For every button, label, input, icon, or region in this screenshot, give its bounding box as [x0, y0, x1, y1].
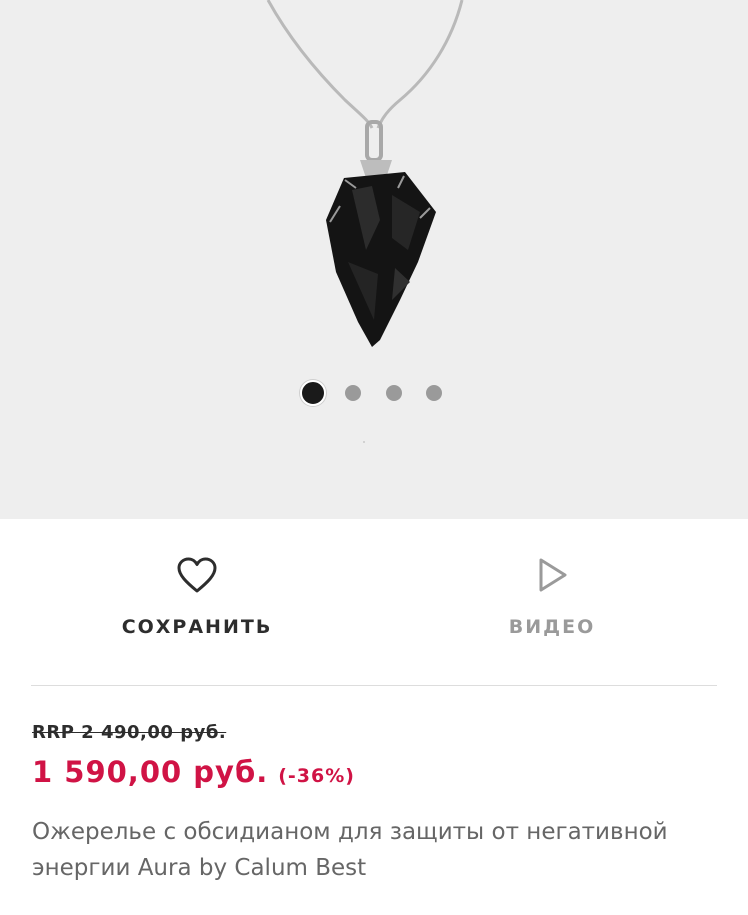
play-icon — [539, 558, 567, 592]
gallery-dot-4[interactable] — [426, 385, 442, 401]
heart-icon — [177, 557, 217, 593]
divider — [31, 685, 717, 686]
price-line: 1 590,00 руб. (-36%) — [32, 755, 355, 789]
save-label: СОХРАНИТЬ — [121, 616, 273, 638]
rrp-price: RRP 2 490,00 руб. — [32, 722, 227, 743]
product-title: Ожерелье с обсидианом для защиты от нега… — [32, 819, 668, 881]
gallery-pagination — [0, 380, 748, 406]
save-button[interactable]: СОХРАНИТЬ — [97, 556, 297, 638]
discount-badge: (-36%) — [278, 765, 355, 787]
gallery-dot-2[interactable] — [345, 385, 361, 401]
video-label: ВИДЕО — [508, 616, 596, 638]
gallery-dot-1[interactable] — [300, 380, 326, 406]
video-button[interactable]: ВИДЕО — [452, 556, 652, 638]
current-price: 1 590,00 руб. — [32, 755, 269, 789]
product-image — [266, 0, 464, 443]
product-image-gallery[interactable] — [0, 0, 748, 519]
gallery-dot-3[interactable] — [386, 385, 402, 401]
